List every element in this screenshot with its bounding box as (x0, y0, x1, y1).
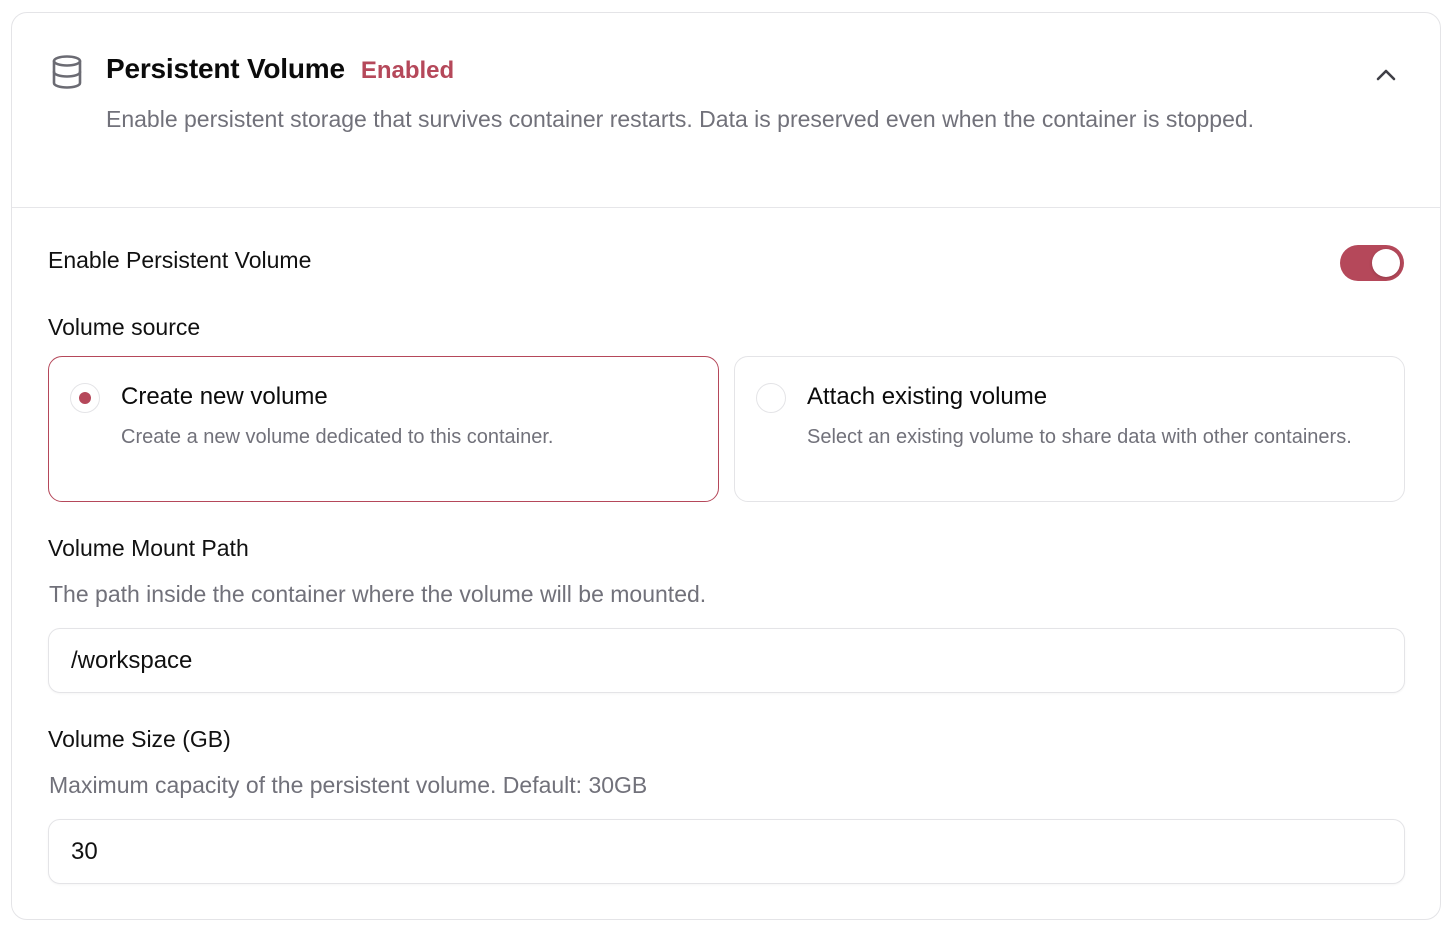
header-title-row: Persistent Volume Enabled (106, 53, 454, 85)
option-attach-existing-volume[interactable]: Attach existing volume Select an existin… (734, 356, 1405, 502)
volume-size-help: Maximum capacity of the persistent volum… (49, 772, 648, 798)
enable-volume-label: Enable Persistent Volume (48, 247, 312, 273)
mount-path-help: The path inside the container where the … (49, 581, 707, 607)
card-description: Enable persistent storage that survives … (106, 106, 1255, 132)
radio-selected-dot (79, 392, 91, 404)
option-description: Select an existing volume to share data … (807, 426, 1352, 448)
volume-size-label: Volume Size (GB) (48, 726, 231, 752)
toggle-knob (1372, 249, 1400, 277)
option-description: Create a new volume dedicated to this co… (121, 426, 554, 448)
database-icon (52, 55, 82, 89)
status-badge: Enabled (360, 57, 455, 84)
mount-path-label: Volume Mount Path (48, 535, 249, 561)
mount-path-input[interactable] (48, 628, 1405, 693)
radio-create-new[interactable] (70, 383, 100, 413)
card-title: Persistent Volume (106, 53, 345, 84)
persistent-volume-card: Persistent Volume Enabled Enable persist… (11, 12, 1441, 920)
enable-volume-toggle[interactable] (1340, 245, 1404, 281)
option-create-new-volume[interactable]: Create new volume Create a new volume de… (48, 356, 719, 502)
option-title: Create new volume (121, 383, 328, 410)
volume-size-input[interactable] (48, 819, 1405, 884)
chevron-up-icon[interactable] (1372, 61, 1400, 89)
radio-attach-existing[interactable] (756, 383, 786, 413)
card-header[interactable]: Persistent Volume Enabled Enable persist… (12, 13, 1440, 208)
option-title: Attach existing volume (807, 383, 1048, 410)
volume-source-label: Volume source (48, 314, 201, 340)
